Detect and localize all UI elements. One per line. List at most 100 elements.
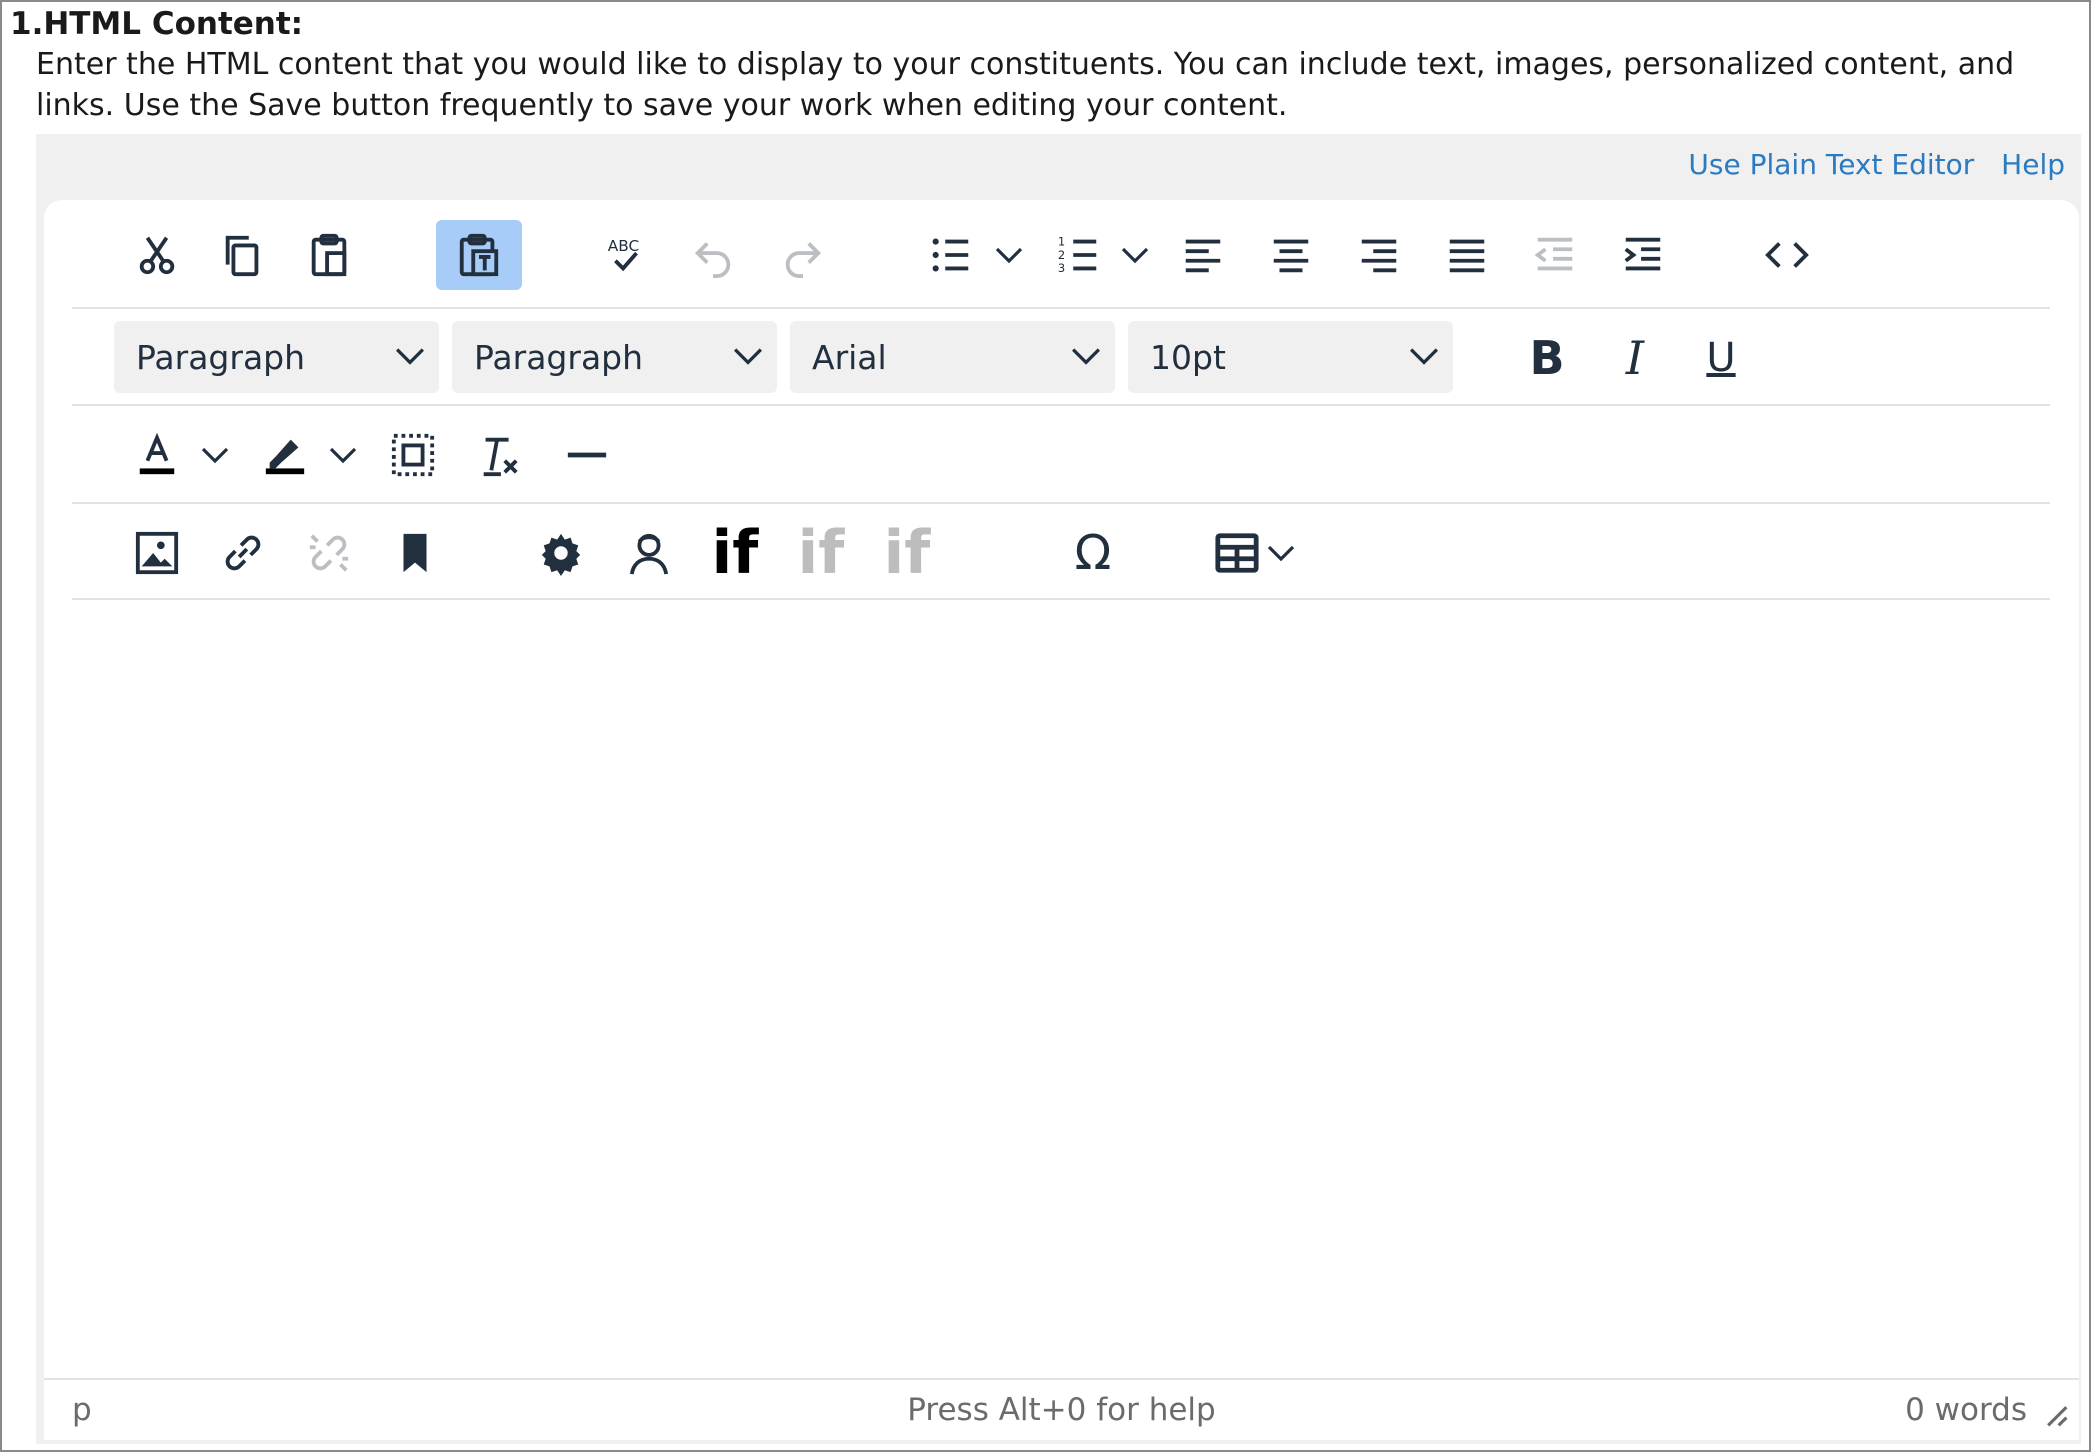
outdent-button[interactable] [1522,222,1588,288]
bullet-list-icon [932,238,969,272]
insert-table-button[interactable] [1204,520,1270,586]
toolbar-row-colors [72,406,2050,504]
align-justify-button[interactable] [1434,222,1500,288]
chevron-down-icon [1072,348,1100,365]
rich-text-editor: ABC 123 Paragraph Paragraph Arial 10pt B… [44,200,2079,1440]
font-size-select[interactable]: 10pt [1128,321,1453,393]
numbered-list-button[interactable]: 123 [1046,222,1112,288]
align-center-icon [1273,239,1309,273]
chevron-down-icon [1267,545,1295,562]
font-family-value: Arial [812,337,887,377]
plain-text-editor-link[interactable]: Use Plain Text Editor [1688,148,1974,181]
font-family-select[interactable]: Arial [790,321,1115,393]
bold-button[interactable]: B [1514,325,1580,391]
chevron-down-icon [329,447,357,464]
chevron-down-icon [201,447,229,464]
numbered-list-icon: 123 [1058,234,1097,275]
block-format-value: Paragraph [136,337,306,377]
spellcheck-icon: ABC [608,237,639,272]
table-dropdown[interactable] [1266,538,1296,568]
editor-links: Use Plain Text Editor Help [1670,148,2065,181]
undo-icon [694,242,731,278]
bullet-list-button[interactable] [918,222,984,288]
link-icon [225,535,261,571]
paste-button[interactable] [296,222,362,288]
resize-handle-icon[interactable] [2043,1402,2069,1428]
spellcheck-button[interactable]: ABC [592,222,658,288]
edit-conditional-button[interactable]: if [788,518,854,588]
remove-conditional-button[interactable]: if [874,518,940,588]
conditional-if-button[interactable]: if [702,518,768,588]
chevron-down-icon [734,348,762,365]
svg-text:1: 1 [1058,234,1065,248]
unlink-button[interactable] [296,520,362,586]
numbered-list-dropdown[interactable] [1120,240,1150,270]
select-all-icon [391,433,435,477]
paste-as-text-button[interactable] [436,220,522,290]
align-left-icon [1185,239,1221,273]
horizontal-line-button[interactable] [554,422,620,488]
toolbar-row-clipboard-lists: ABC 123 [72,200,2050,309]
redo-button[interactable] [770,222,836,288]
page-frame: 1.HTML Content: Enter the HTML content t… [0,0,2091,1452]
editor-content-area[interactable] [72,602,2050,1372]
insert-image-button[interactable] [124,520,190,586]
text-color-icon [139,432,175,475]
outdent-icon [1534,237,1573,271]
copy-icon [225,235,259,277]
editor-container: Use Plain Text Editor Help ABC 1 2 3 Par… [36,134,2081,1444]
text-color-button[interactable] [124,422,190,488]
font-size-value: 10pt [1150,337,1226,377]
help-link[interactable]: Help [2001,148,2065,181]
highlight-color-button[interactable] [252,422,318,488]
section-title: 1.HTML Content: [10,6,304,42]
insert-link-button[interactable] [210,520,276,586]
clipboard-icon [311,233,347,277]
word-count[interactable]: 0 words [1905,1392,2027,1428]
select-all-button[interactable] [380,422,446,488]
toolbar-row-formats: Paragraph Paragraph Arial 10pt B I U [72,309,2050,406]
style-select[interactable]: Paragraph [452,321,777,393]
clear-formatting-icon [483,437,518,477]
align-justify-icon [1449,239,1485,273]
instructions-text: Enter the HTML content that you would li… [36,47,2015,123]
indent-button[interactable] [1610,222,1676,288]
code-icon [1765,242,1809,268]
special-character-button[interactable]: Ω [1060,520,1126,586]
source-code-button[interactable] [1754,222,1820,288]
bookmark-button[interactable] [382,520,448,586]
align-right-button[interactable] [1346,222,1412,288]
align-center-button[interactable] [1258,222,1324,288]
svg-text:3: 3 [1058,261,1065,275]
toolbar-row-insert: if if if Ω [72,504,2050,600]
personalization-button[interactable] [616,520,682,586]
highlight-color-dropdown[interactable] [328,440,358,470]
image-icon [135,531,179,575]
paste-text-icon [459,233,499,277]
gear-icon [541,533,581,576]
align-left-button[interactable] [1170,222,1236,288]
chevron-down-icon [1121,247,1149,264]
text-color-dropdown[interactable] [200,440,230,470]
indent-icon [1624,237,1661,271]
svg-text:ABC: ABC [608,237,639,255]
highlighter-icon [265,439,305,475]
align-right-icon [1361,239,1397,273]
svg-text:2: 2 [1058,248,1065,262]
cut-button[interactable] [124,222,190,288]
underline-button[interactable]: U [1688,325,1754,391]
chevron-down-icon [995,247,1023,264]
chevron-down-icon [1410,348,1438,365]
clear-formatting-button[interactable] [466,422,532,488]
unlink-icon [309,534,349,572]
italic-button[interactable]: I [1602,325,1668,391]
chevron-down-icon [396,348,424,365]
settings-button[interactable] [528,520,594,586]
bullet-list-dropdown[interactable] [994,240,1024,270]
redo-icon [785,242,822,278]
undo-button[interactable] [680,222,746,288]
bookmark-icon [403,533,427,573]
copy-button[interactable] [210,222,276,288]
block-format-select[interactable]: Paragraph [114,321,439,393]
editor-statusbar: p Press Alt+0 for help 0 words [44,1378,2079,1440]
